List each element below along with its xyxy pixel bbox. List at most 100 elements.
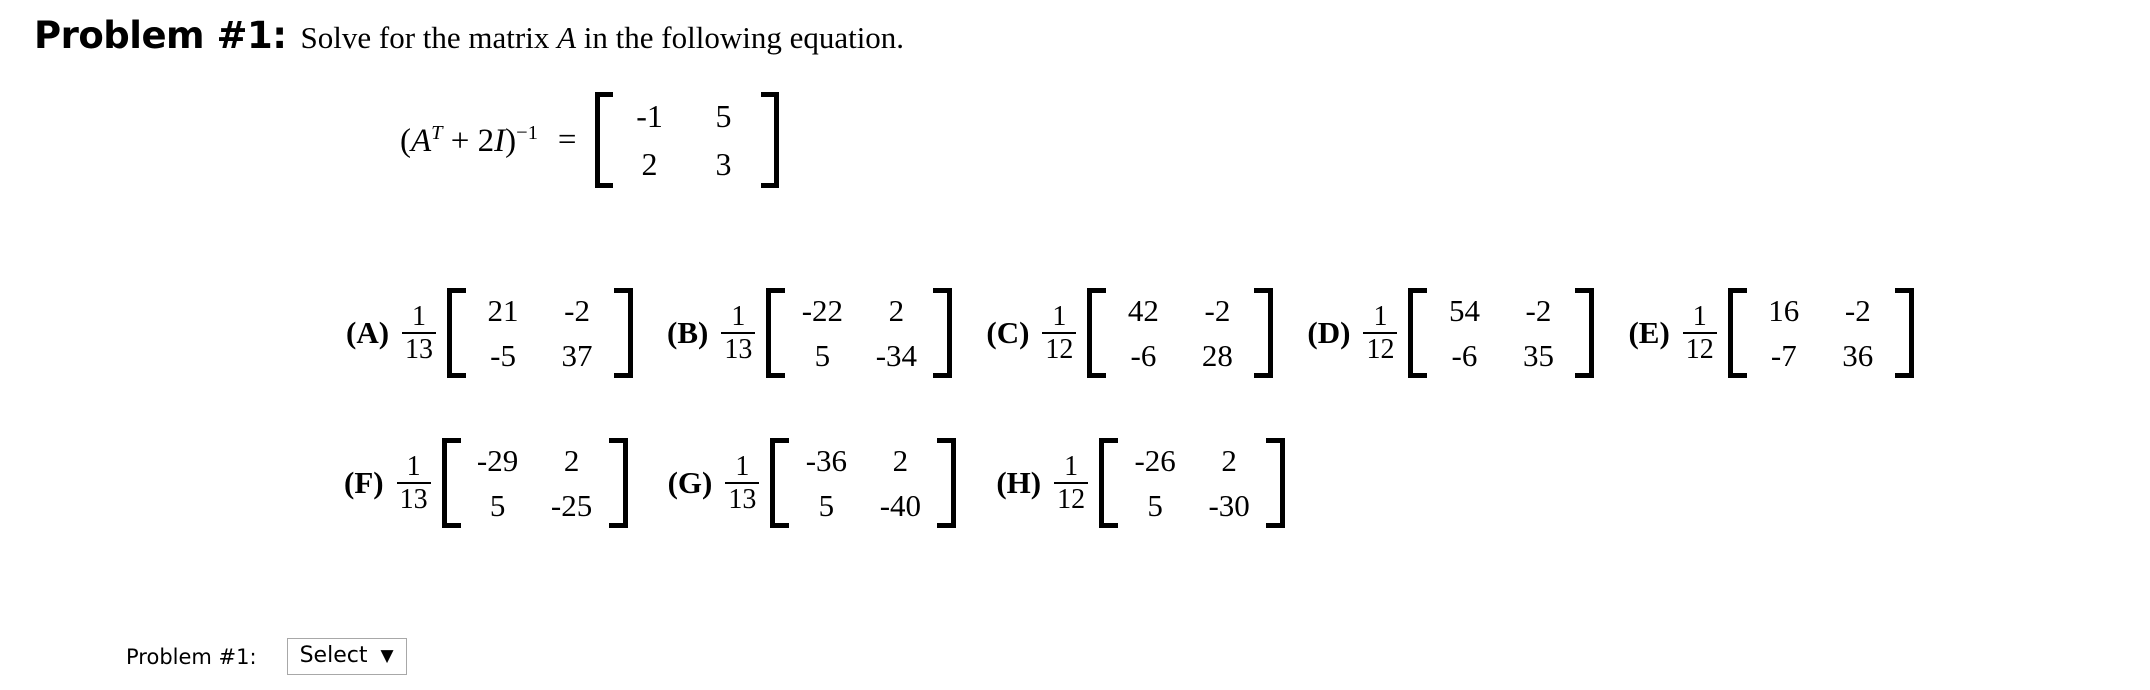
answer-option-h: (H) 1 12 -26 2 5 -30 [996, 438, 1286, 528]
option-letter: (D) [1307, 315, 1351, 350]
option-letter: (C) [986, 315, 1030, 350]
option-letter: (A) [346, 315, 390, 350]
matrix-bracket-left-icon [770, 438, 790, 528]
inverse-exponent: −1 [516, 121, 538, 144]
fraction-denominator: 13 [399, 484, 428, 515]
option-scalar-fraction: 1 12 [1682, 300, 1717, 365]
answer-option-d: (D) 1 12 54 -2 -6 35 [1307, 288, 1595, 378]
matrix-cell: 2 [563, 443, 580, 478]
matrix-bracket-left-icon [766, 288, 786, 378]
option-scalar-fraction: 1 13 [725, 450, 760, 515]
option-matrix: -29 2 5 -25 [441, 438, 628, 528]
matrix-cell: 5 [715, 98, 732, 134]
matrix-cell: 2 [641, 146, 658, 182]
matrix-cell: -40 [879, 488, 922, 523]
matrix-bracket-right-icon [937, 438, 957, 528]
matrix-grid: -22 2 5 -34 [785, 288, 933, 378]
option-matrix: 21 -2 -5 37 [447, 288, 634, 378]
fraction-denominator: 12 [1045, 334, 1074, 365]
answer-option-e: (E) 1 12 16 -2 -7 36 [1628, 288, 1914, 378]
fraction-numerator: 1 [1052, 300, 1067, 332]
prompt-matrix-variable: A [557, 20, 577, 55]
fraction-denominator: 13 [728, 484, 757, 515]
fraction-numerator: 1 [1692, 300, 1707, 332]
problem-prompt: Solve for the matrix A in the following … [301, 20, 905, 56]
matrix-cell: -29 [476, 443, 519, 478]
matrix-cell: 3 [715, 146, 732, 182]
matrix-bracket-left-icon [1727, 288, 1747, 378]
matrix-bracket-left-icon [1099, 438, 1119, 528]
matrix-bracket-left-icon [1408, 288, 1428, 378]
fraction-denominator: 12 [1057, 484, 1086, 515]
matrix-cell: -26 [1134, 443, 1176, 478]
paren-close: ) [505, 122, 517, 159]
option-matrix: -36 2 5 -40 [770, 438, 957, 528]
option-matrix: -22 2 5 -34 [766, 288, 953, 378]
matrix-bracket-right-icon [933, 288, 953, 378]
option-scalar-fraction: 1 13 [396, 451, 431, 515]
matrix-bracket-right-icon [1266, 438, 1286, 528]
matrix-cell: -1 [636, 98, 663, 134]
matrix-cell: 5 [1147, 488, 1163, 523]
answer-select-dropdown[interactable]: Select ▼ [286, 638, 407, 676]
option-scalar-fraction: 1 12 [1054, 450, 1089, 515]
option-letter: (E) [1628, 315, 1670, 350]
matrix-cell: 2 [888, 293, 905, 328]
matrix-cell: -25 [550, 488, 593, 523]
matrix-cell: 2 [1221, 443, 1237, 478]
fraction-denominator: 12 [1366, 334, 1395, 365]
matrix-cell: 2 [892, 443, 909, 478]
matrix-cell: -22 [801, 293, 844, 328]
matrix-cell: -36 [805, 443, 848, 478]
fraction-denominator: 13 [405, 334, 434, 365]
answer-option-b: (B) 1 13 -22 2 5 -34 [667, 288, 953, 378]
option-matrix: -26 2 5 -30 [1099, 438, 1286, 528]
prompt-suffix: in the following equation. [576, 20, 905, 55]
fraction-numerator: 1 [1064, 450, 1079, 482]
option-letter: (H) [996, 465, 1042, 500]
answer-option-f: (F) 1 13 -29 2 5 -25 [344, 438, 628, 528]
matrix-bracket-right-icon [608, 438, 628, 528]
matrix-cell: 5 [489, 488, 506, 523]
matrix-bracket-left-icon [594, 92, 613, 188]
plus-two-term: + 2 [442, 122, 495, 159]
option-letter: (F) [344, 465, 384, 500]
matrix-grid: -1 5 2 3 [613, 92, 761, 188]
answer-select-value: Select [299, 643, 368, 668]
matrix-cell: 5 [818, 488, 835, 523]
option-matrix: 16 -2 -7 36 [1727, 288, 1914, 378]
option-matrix: 42 -2 -6 28 [1087, 288, 1274, 378]
option-scalar-fraction: 1 13 [721, 301, 756, 365]
option-scalar-fraction: 1 12 [1042, 300, 1077, 365]
matrix-variable-a: A [411, 122, 432, 159]
fraction-numerator: 1 [412, 300, 427, 332]
answer-options-row-2: (F) 1 13 -29 2 5 -25 (G) 1 13 -36 2 5 -40 (H) 1 12 -26 2 5-… [344, 438, 1325, 528]
matrix-cell: 28 [1201, 338, 1233, 373]
fraction-denominator: 13 [724, 334, 753, 365]
equation-row: (AT + 2I)−1 = -1 5 2 3 [400, 92, 779, 188]
matrix-cell: 42 [1127, 293, 1159, 328]
identity-matrix-symbol: I [494, 122, 506, 159]
matrix-cell: -6 [1130, 338, 1157, 373]
matrix-grid: 54 -2 -6 35 [1427, 288, 1575, 378]
matrix-cell: 37 [561, 338, 593, 373]
matrix-grid: -26 2 5 -30 [1118, 438, 1266, 528]
matrix-cell: -5 [490, 338, 516, 373]
answer-option-g: (G) 1 13 -36 2 5 -40 [668, 438, 957, 528]
fraction-denominator: 12 [1685, 334, 1714, 365]
equation-left-hand-side: (AT + 2I)−1 [400, 121, 538, 159]
matrix-bracket-right-icon [614, 288, 634, 378]
matrix-bracket-left-icon [441, 438, 461, 528]
paren-open: ( [400, 122, 411, 159]
matrix-bracket-right-icon [760, 92, 779, 188]
matrix-cell: -34 [875, 338, 918, 373]
matrix-grid: -29 2 5 -25 [461, 438, 609, 528]
matrix-grid: 16 -2 -7 36 [1747, 288, 1895, 378]
matrix-cell: -2 [1525, 293, 1552, 328]
answer-bar: Problem #1: Select ▼ [126, 638, 407, 676]
fraction-numerator: 1 [735, 450, 750, 482]
matrix-grid: 42 -2 -6 28 [1106, 288, 1254, 378]
matrix-grid: -36 2 5 -40 [789, 438, 937, 528]
matrix-cell: -2 [564, 293, 590, 328]
chevron-down-icon: ▼ [380, 645, 394, 666]
